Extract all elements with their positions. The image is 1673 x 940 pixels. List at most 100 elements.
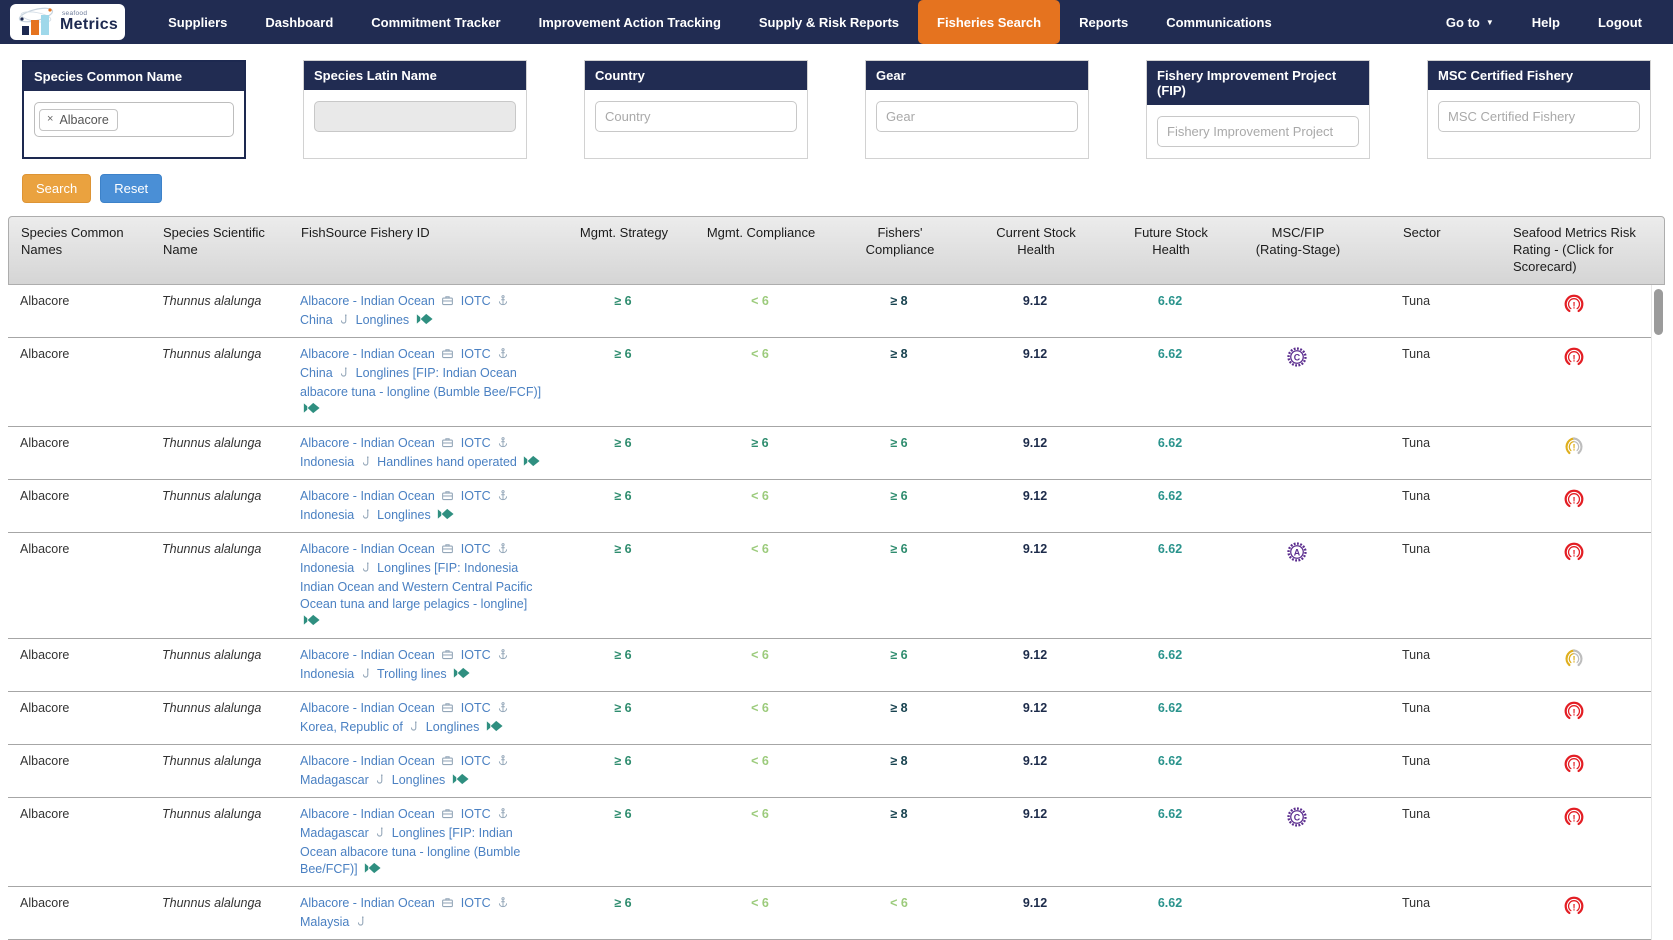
reset-button[interactable]: Reset bbox=[100, 174, 162, 203]
fip-stage-icon-c[interactable]: C bbox=[1286, 346, 1308, 368]
nav-item-commitment-tracker[interactable]: Commitment Tracker bbox=[352, 0, 519, 44]
table-scrollbar-thumb[interactable] bbox=[1654, 289, 1663, 335]
anchor-icon bbox=[497, 701, 509, 719]
filter-species-common-name-input[interactable]: ×Albacore bbox=[34, 102, 234, 137]
fishery-link[interactable]: Albacore - Indian Ocean IOTC Madagascar … bbox=[300, 807, 520, 876]
fip-stage-icon-a[interactable]: A bbox=[1286, 541, 1308, 563]
risk-rating-icon-red[interactable]: ! bbox=[1562, 806, 1586, 830]
nav-item-suppliers[interactable]: Suppliers bbox=[149, 0, 246, 44]
search-button[interactable]: Search bbox=[22, 174, 91, 203]
sector: Tuna bbox=[1356, 480, 1500, 532]
filter-box-country: Country bbox=[584, 60, 808, 159]
cell-future-stock-health: 6.62 bbox=[1102, 639, 1238, 691]
fishsource-fishery-id: Albacore - Indian Ocean IOTC Korea, Repu… bbox=[288, 692, 556, 744]
cell-msc-fip-rating bbox=[1238, 427, 1356, 479]
fip-stage-icon-c[interactable]: C bbox=[1286, 806, 1308, 828]
nav-item-improvement-action-tracking[interactable]: Improvement Action Tracking bbox=[520, 0, 740, 44]
remove-tag-icon[interactable]: × bbox=[47, 114, 53, 125]
risk-rating-icon-red[interactable]: ! bbox=[1562, 293, 1586, 317]
fishsource-profile-icon[interactable] bbox=[486, 719, 503, 738]
nav-item-supply-risk-reports[interactable]: Supply & Risk Reports bbox=[740, 0, 918, 44]
table-scrollbar[interactable] bbox=[1651, 285, 1665, 940]
briefcase-icon bbox=[441, 648, 454, 666]
risk-rating-icon-red[interactable]: ! bbox=[1562, 346, 1586, 370]
svg-text:C: C bbox=[1294, 352, 1301, 362]
fishsource-profile-icon[interactable] bbox=[523, 454, 540, 473]
fishsource-profile-icon[interactable] bbox=[437, 507, 454, 526]
svg-text:A: A bbox=[1294, 547, 1301, 557]
cell-risk-rating: ! bbox=[1500, 887, 1648, 939]
briefcase-icon bbox=[441, 807, 454, 825]
fishery-link[interactable]: Albacore - Indian Ocean IOTC Madagascar … bbox=[300, 754, 512, 787]
cell-mgmt-strategy: ≥ 6 bbox=[556, 745, 690, 797]
sector: Tuna bbox=[1356, 427, 1500, 479]
mgmt-compliance-value: < 6 bbox=[751, 807, 769, 821]
cell-mgmt-strategy: ≥ 6 bbox=[556, 427, 690, 479]
risk-rating-icon-red[interactable]: ! bbox=[1562, 895, 1586, 919]
cell-fishers-compliance: ≥ 8 bbox=[830, 745, 968, 797]
cell-mgmt-compliance: ≥ 6 bbox=[690, 427, 830, 479]
sector: Tuna bbox=[1356, 798, 1500, 886]
cell-risk-rating: ! bbox=[1500, 692, 1648, 744]
nav-item-help[interactable]: Help bbox=[1513, 0, 1579, 44]
risk-rating-icon-yellow[interactable]: ! bbox=[1562, 435, 1586, 459]
fishsource-profile-icon[interactable] bbox=[416, 312, 433, 331]
filter-msc-certified-fishery-input[interactable] bbox=[1438, 101, 1640, 132]
cell-fishers-compliance: ≥ 8 bbox=[830, 338, 968, 426]
fishers-compliance-value: ≥ 8 bbox=[890, 701, 907, 715]
nav-item-communications[interactable]: Communications bbox=[1147, 0, 1290, 44]
fishsource-fishery-id: Albacore - Indian Ocean IOTC Madagascar … bbox=[288, 798, 556, 886]
mgmt-strategy-value: ≥ 6 bbox=[614, 347, 631, 361]
nav-item-fisheries-search[interactable]: Fisheries Search bbox=[918, 0, 1060, 44]
filter-gear-input[interactable] bbox=[876, 101, 1078, 132]
nav-item-logout[interactable]: Logout bbox=[1579, 0, 1661, 44]
mgmt-compliance-value: < 6 bbox=[751, 701, 769, 715]
fishery-link[interactable]: Albacore - Indian Ocean IOTC Indonesia T… bbox=[300, 648, 512, 681]
risk-rating-icon-red[interactable]: ! bbox=[1562, 700, 1586, 724]
fishsource-profile-icon[interactable] bbox=[303, 401, 320, 420]
hook-icon bbox=[361, 455, 371, 473]
cell-mgmt-compliance: < 6 bbox=[690, 480, 830, 532]
future-stock-health-value: 6.62 bbox=[1158, 347, 1182, 361]
nav-item-dashboard[interactable]: Dashboard bbox=[246, 0, 352, 44]
mgmt-compliance-value: < 6 bbox=[751, 896, 769, 910]
fishsource-fishery-id: Albacore - Indian Ocean IOTC Indonesia H… bbox=[288, 427, 556, 479]
mgmt-strategy-value: ≥ 6 bbox=[614, 436, 631, 450]
app-logo[interactable]: seafood Metrics bbox=[10, 4, 125, 40]
fishery-link[interactable]: Albacore - Indian Ocean IOTC China Longl… bbox=[300, 347, 541, 416]
nav-item-go-to[interactable]: Go to▼ bbox=[1427, 0, 1513, 44]
species-scientific-name: Thunnus alalunga bbox=[150, 745, 288, 797]
fishery-link[interactable]: Albacore - Indian Ocean IOTC Korea, Repu… bbox=[300, 701, 512, 734]
fishsource-profile-icon[interactable] bbox=[303, 613, 320, 632]
fishery-link[interactable]: Albacore - Indian Ocean IOTC China Longl… bbox=[300, 294, 512, 327]
species-common-name: Albacore bbox=[8, 427, 150, 479]
fishery-link[interactable]: Albacore - Indian Ocean IOTC Indonesia L… bbox=[300, 542, 533, 628]
cell-msc-fip-rating: C bbox=[1238, 338, 1356, 426]
cell-msc-fip-rating bbox=[1238, 692, 1356, 744]
cell-future-stock-health: 6.62 bbox=[1102, 798, 1238, 886]
mgmt-strategy-value: ≥ 6 bbox=[614, 754, 631, 768]
risk-rating-icon-yellow[interactable]: ! bbox=[1562, 647, 1586, 671]
fishsource-profile-icon[interactable] bbox=[452, 772, 469, 791]
nav-item-reports[interactable]: Reports bbox=[1060, 0, 1147, 44]
risk-rating-icon-red[interactable]: ! bbox=[1562, 541, 1586, 565]
mgmt-strategy-value: ≥ 6 bbox=[614, 294, 631, 308]
filter-fishery-improvement-project-fip-input[interactable] bbox=[1157, 116, 1359, 147]
risk-rating-icon-red[interactable]: ! bbox=[1562, 753, 1586, 777]
fishsource-profile-icon[interactable] bbox=[364, 861, 381, 880]
fishery-link[interactable]: Albacore - Indian Ocean IOTC Indonesia L… bbox=[300, 489, 512, 522]
sector: Tuna bbox=[1356, 887, 1500, 939]
table-row: AlbacoreThunnus alalungaAlbacore - India… bbox=[8, 285, 1651, 338]
risk-rating-icon-red[interactable]: ! bbox=[1562, 488, 1586, 512]
column-header-seafood-metrics-risk-rating-click-for-sc: Seafood Metrics Risk Rating - (Click for… bbox=[1501, 217, 1649, 284]
mgmt-strategy-value: ≥ 6 bbox=[614, 542, 631, 556]
fishsource-profile-icon[interactable] bbox=[453, 666, 470, 685]
cell-fishers-compliance: ≥ 6 bbox=[830, 427, 968, 479]
top-navbar: seafood Metrics SuppliersDashboardCommit… bbox=[0, 0, 1673, 44]
column-header-species-scientific-name: Species Scientific Name bbox=[151, 217, 289, 284]
cell-mgmt-compliance: < 6 bbox=[690, 692, 830, 744]
filter-country-input[interactable] bbox=[595, 101, 797, 132]
anchor-icon bbox=[497, 807, 509, 825]
fishery-link[interactable]: Albacore - Indian Ocean IOTC Indonesia H… bbox=[300, 436, 543, 469]
fishery-link[interactable]: Albacore - Indian Ocean IOTC Malaysia bbox=[300, 896, 512, 929]
